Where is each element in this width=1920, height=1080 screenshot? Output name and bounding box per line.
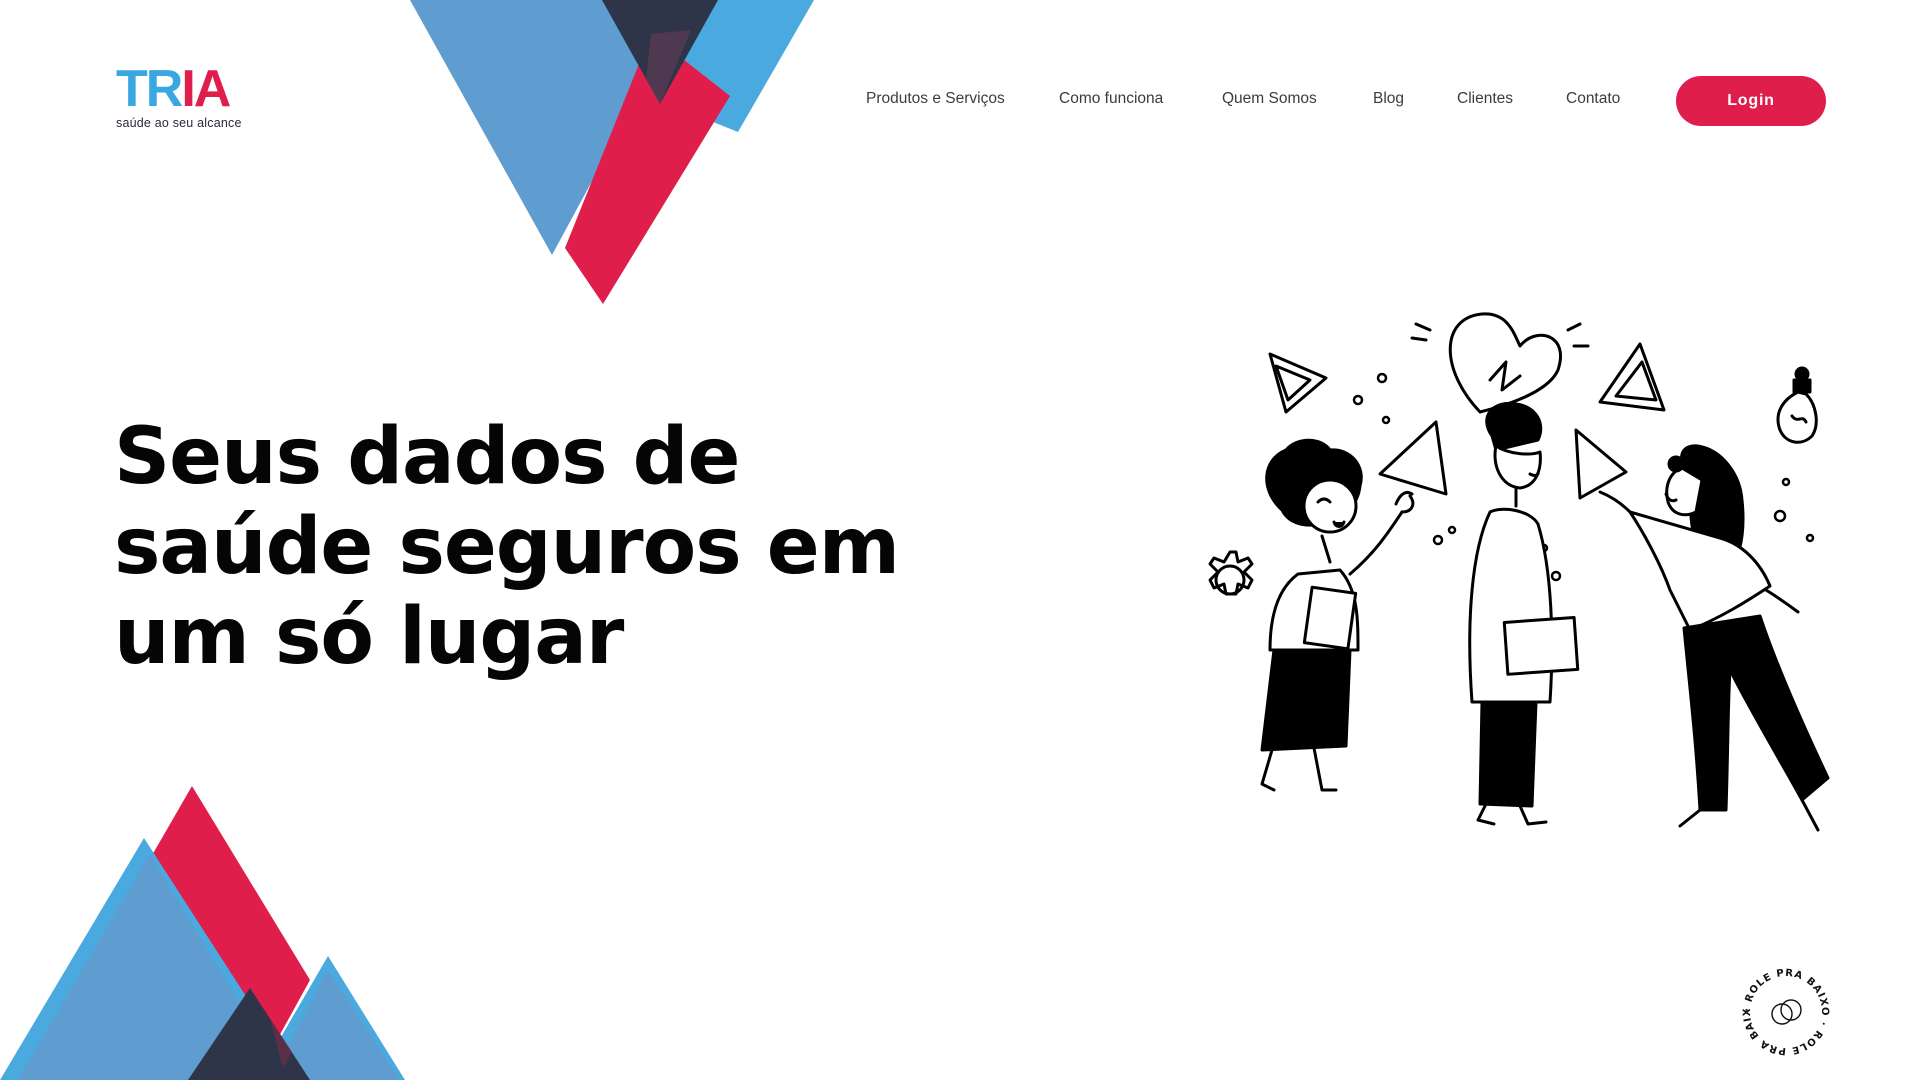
headline-line: saúde seguros em [114,502,900,592]
nav-item-clientes[interactable]: Clientes [1457,90,1513,108]
nav-item-quem-somos[interactable]: Quem Somos [1222,90,1317,108]
headline-line: Seus dados de [114,412,740,502]
person-middle [1468,401,1580,826]
triangle-icon [1268,352,1328,414]
nav-item-como-funciona[interactable]: Como funciona [1059,90,1163,108]
hero-illustration [1208,312,1830,832]
heart-icon [1410,312,1590,414]
hero-headline: Seus dados de saúde seguros em um só lug… [114,412,974,682]
person-left [1260,438,1415,792]
bottom-triangles-decoration [0,786,405,1080]
nav-item-contato[interactable]: Contato [1566,90,1620,108]
gear-icon [1208,550,1254,596]
lightbulb-icon [1776,366,1818,444]
top-triangles-decoration [410,0,814,304]
nav-item-produtos-servicos[interactable]: Produtos e Serviços [866,90,1005,108]
login-button[interactable]: Login [1676,76,1826,126]
headline-line: um só lugar [114,592,624,682]
main-nav: Produtos e Serviços Como funciona Quem S… [0,90,1920,112]
triangle-icon [1378,420,1448,496]
scroll-badge-text: · ROLE PRA BAIXO · ROLE PRA BAIXO [1738,964,1830,1056]
nav-item-blog[interactable]: Blog [1373,90,1404,108]
triangle-icon [1574,428,1628,500]
triangle-icon [1598,342,1666,412]
logo-tagline: saúde ao seu alcance [116,116,242,130]
scroll-down-badge[interactable]: · ROLE PRA BAIXO · ROLE PRA BAIXO [1738,964,1834,1060]
person-right [1598,444,1830,832]
rings-icon [1771,999,1802,1025]
